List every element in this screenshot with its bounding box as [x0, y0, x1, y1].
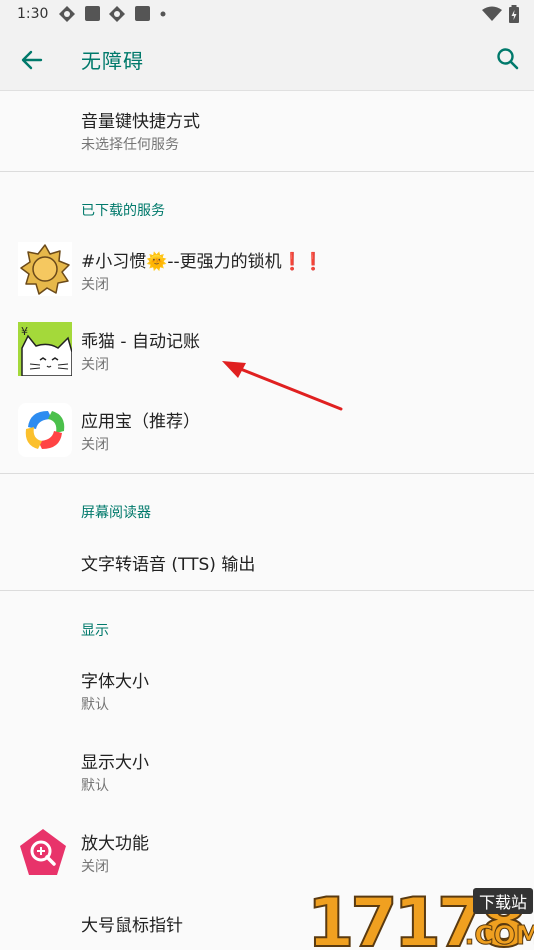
sun-icon	[18, 242, 72, 296]
item-subtitle: 关闭	[81, 277, 109, 293]
item-subtitle: 关闭	[81, 437, 109, 453]
notification-icon	[109, 6, 125, 22]
font-size-item[interactable]: 字体大小 默认	[0, 650, 534, 730]
volume-key-shortcut-item[interactable]: 音量键快捷方式 未选择任何服务	[0, 90, 534, 170]
notification-icon	[135, 6, 150, 21]
app-bar: 无障碍	[0, 28, 534, 91]
item-subtitle: 关闭	[81, 357, 109, 373]
annotation-arrow	[222, 361, 343, 411]
section-header-screen-reader: 屏幕阅读器	[81, 505, 151, 521]
item-title: 字体大小	[81, 672, 149, 692]
display-size-item[interactable]: 显示大小 默认	[0, 731, 534, 811]
item-title: 音量键快捷方式	[81, 112, 200, 132]
item-subtitle: 默认	[81, 697, 109, 713]
item-title: 应用宝（推荐）	[81, 412, 200, 432]
more-dot-icon	[160, 11, 166, 17]
tts-output-item[interactable]: 文字转语音 (TTS) 输出	[0, 532, 534, 590]
item-subtitle: 默认	[81, 778, 109, 794]
wifi-icon	[482, 6, 502, 21]
divider	[0, 473, 534, 474]
watermark-tag: 下载站	[479, 893, 527, 912]
appbao-icon	[18, 403, 72, 457]
item-title: 乖猫 - 自动记账	[81, 332, 200, 352]
service-item-habit[interactable]: #小习惯🌞--更强力的锁机❗❗ 关闭	[0, 230, 534, 310]
divider	[0, 590, 534, 591]
magnify-icon	[20, 829, 66, 875]
watermark-domain: .COM	[465, 921, 534, 950]
section-header-display: 显示	[81, 623, 109, 639]
page-title: 无障碍	[81, 49, 144, 73]
item-title: 大号鼠标指针	[81, 916, 183, 936]
item-subtitle: 未选择任何服务	[81, 137, 179, 153]
svg-text:¥: ¥	[21, 325, 28, 338]
item-subtitle: 关闭	[81, 859, 109, 875]
item-title: 放大功能	[81, 834, 149, 854]
cat-icon: ¥	[18, 322, 72, 376]
item-title: 文字转语音 (TTS) 输出	[81, 555, 256, 575]
back-arrow-icon[interactable]	[18, 46, 46, 74]
item-title: 显示大小	[81, 753, 149, 773]
item-title: #小习惯🌞--更强力的锁机❗❗	[81, 252, 325, 272]
section-header-downloaded: 已下载的服务	[81, 203, 165, 219]
notification-icon	[85, 6, 100, 21]
magnification-item[interactable]: 放大功能 关闭	[0, 812, 534, 892]
battery-icon	[509, 5, 519, 23]
status-time: 1:30	[17, 6, 49, 22]
status-bar: 1:30	[0, 0, 534, 28]
search-icon[interactable]	[494, 45, 522, 73]
notification-icon	[59, 6, 75, 22]
divider	[0, 171, 534, 172]
site-watermark: 17178 下载站 .COM	[306, 883, 534, 950]
